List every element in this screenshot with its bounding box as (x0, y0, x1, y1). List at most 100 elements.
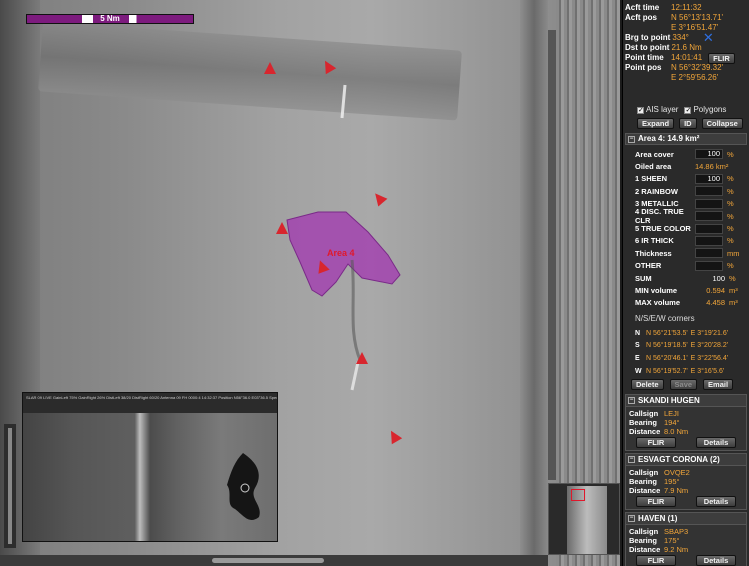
min-volume-unit: m³ (729, 285, 738, 295)
point-pos-label: Point pos (625, 63, 662, 72)
callsign-label: Callsign (629, 527, 659, 537)
point-pos-e: E 2°59'56.26' (671, 73, 719, 82)
point-time-label: Point time (625, 53, 664, 62)
bearing-label: Bearing (629, 418, 657, 428)
bearing-label: Bearing (629, 477, 657, 487)
left-slider[interactable] (4, 424, 16, 548)
vessel-flir-button[interactable]: FLIR (636, 555, 676, 566)
corner-row: N N 56°21'53.5' E 3°19'21.6' (635, 327, 747, 340)
corner-row: E N 56°20'46.1' E 3°22'56.4' (635, 352, 747, 365)
corner-dir: S (635, 342, 640, 350)
oil-class-row: 4 DISC. TRUE CLR% (635, 207, 747, 226)
marker-triangle-6[interactable] (356, 352, 368, 364)
oil-class-unit: % (727, 224, 734, 234)
delete-button[interactable]: Delete (631, 378, 664, 390)
vessel-name: SKANDI HUGEN (638, 395, 700, 405)
acft-time-label: Acft time (625, 3, 660, 12)
collapse-icon[interactable]: − (628, 397, 635, 405)
area-label: Area 4 (327, 248, 355, 258)
minimap-viewport-box[interactable] (571, 489, 585, 501)
oil-class-row: 6 IR THICK% (635, 235, 747, 247)
vessel-header[interactable]: − ESVAGT CORONA (2) (626, 454, 746, 467)
email-button[interactable]: Email (703, 378, 734, 390)
vessel-flir-button[interactable]: FLIR (636, 496, 676, 508)
vessel-name: ESVAGT CORONA (2) (638, 454, 720, 464)
vessel-card: − ESVAGT CORONA (2) Callsign OVQE2 Bearing 19… (625, 453, 747, 511)
oil-class-input[interactable]: 100 (695, 173, 723, 184)
bearing-value: 194° (664, 418, 680, 428)
marker-triangle-1[interactable] (264, 62, 276, 74)
oil-class-input[interactable] (695, 260, 723, 271)
sum-unit: % (729, 273, 736, 283)
dst-value: 21.6 Nm (671, 43, 702, 52)
collapse-button[interactable]: Collapse (701, 117, 743, 129)
callsign-value: SBAP3 (664, 527, 689, 537)
horizontal-scrollbar[interactable] (0, 555, 548, 566)
oil-class-label: 6 IR THICK (635, 236, 674, 246)
horizontal-scrollbar-thumb[interactable] (212, 558, 324, 563)
oil-class-input[interactable] (695, 223, 723, 234)
corner-dir: N (635, 329, 641, 337)
vessel-details-button[interactable]: Details (696, 496, 736, 508)
callsign-value: LEJI (664, 409, 680, 419)
oil-class-row: 2 RAINBOW% (635, 185, 747, 197)
left-slider-track (8, 428, 12, 544)
sum-label: SUM (635, 273, 652, 283)
brg-value: 334° (672, 33, 689, 42)
area-header[interactable]: − Area 4: 14.9 km² (625, 133, 747, 145)
distance-value: 7.9 Nm (664, 486, 689, 496)
corner-dir: W (635, 367, 642, 375)
save-button[interactable]: Save (669, 378, 698, 390)
inset-slick-shape (227, 453, 260, 520)
oil-class-input[interactable] (695, 211, 723, 222)
vessel-details-button[interactable]: Details (696, 437, 736, 449)
id-button[interactable]: ID (679, 117, 697, 129)
ais-layer-label: AIS layer (646, 105, 679, 114)
clear-point-icon[interactable]: ✕ (703, 31, 714, 44)
ais-layer-checkbox[interactable] (637, 106, 644, 116)
vessel-header[interactable]: − SKANDI HUGEN (626, 395, 746, 408)
oil-class-unit: % (727, 236, 734, 246)
polygons-checkbox[interactable] (684, 106, 692, 116)
vessel-flir-button[interactable]: FLIR (636, 437, 676, 449)
corner-lat: N 56°20'46.1' (646, 355, 688, 363)
callsign-label: Callsign (629, 409, 659, 419)
expand-button[interactable]: Expand (637, 117, 675, 129)
callsign-value: OVQE2 (664, 468, 690, 478)
vessel-header[interactable]: − HAVEN (1) (626, 513, 746, 526)
oil-class-row: OTHER% (635, 260, 747, 272)
overview-minimap[interactable] (548, 483, 620, 555)
oil-class-unit: mm (727, 248, 740, 258)
flir-button-point[interactable]: FLIR (708, 52, 735, 64)
marker-triangle-4[interactable] (276, 222, 288, 234)
vessel-card: − SKANDI HUGEN Callsign LEJI Bearing 194° Dist… (625, 394, 747, 452)
oil-class-input[interactable] (695, 248, 723, 259)
area-section: − Area 4: 14.9 km² Area cover 100% Oiled a… (625, 133, 747, 390)
area-cover-input[interactable]: 100 (695, 149, 723, 160)
radar-map-view[interactable]: 5 Nm Area 4 SLAR 09 LIVE GainLeft 75% Ga… (0, 0, 620, 566)
oil-class-label: 1 SHEEN (635, 174, 668, 184)
distance-value: 9.2 Nm (664, 545, 689, 555)
oil-class-unit: % (727, 199, 734, 209)
corner-lon: E 3°22'56.4' (690, 355, 729, 363)
oil-class-label: 4 DISC. TRUE CLR (635, 207, 684, 226)
oil-class-input[interactable] (695, 186, 723, 197)
collapse-icon[interactable]: − (628, 515, 635, 523)
oil-class-label: OTHER (635, 261, 662, 271)
dst-label: Dst to point (625, 43, 670, 52)
vertical-scrollbar[interactable] (548, 30, 556, 480)
min-volume-value: 0.594 (706, 285, 725, 295)
vessel-details-button[interactable]: Details (696, 555, 736, 566)
slar-video-inset[interactable]: SLAR 09 LIVE GainLeft 75% GainRight 26% … (22, 392, 278, 542)
area-cover-unit: % (727, 149, 734, 159)
oil-class-input[interactable] (695, 198, 723, 209)
corners-label: N/S/E/W corners (635, 314, 695, 324)
oil-class-unit: % (727, 174, 734, 184)
oil-class-unit: % (727, 261, 734, 271)
collapse-icon[interactable]: − (628, 135, 635, 143)
callsign-label: Callsign (629, 468, 659, 478)
oil-class-input[interactable] (695, 235, 723, 246)
distance-label: Distance (629, 545, 661, 555)
collapse-icon[interactable]: − (628, 456, 635, 464)
area-title: Area 4: 14.9 km² (638, 134, 700, 143)
